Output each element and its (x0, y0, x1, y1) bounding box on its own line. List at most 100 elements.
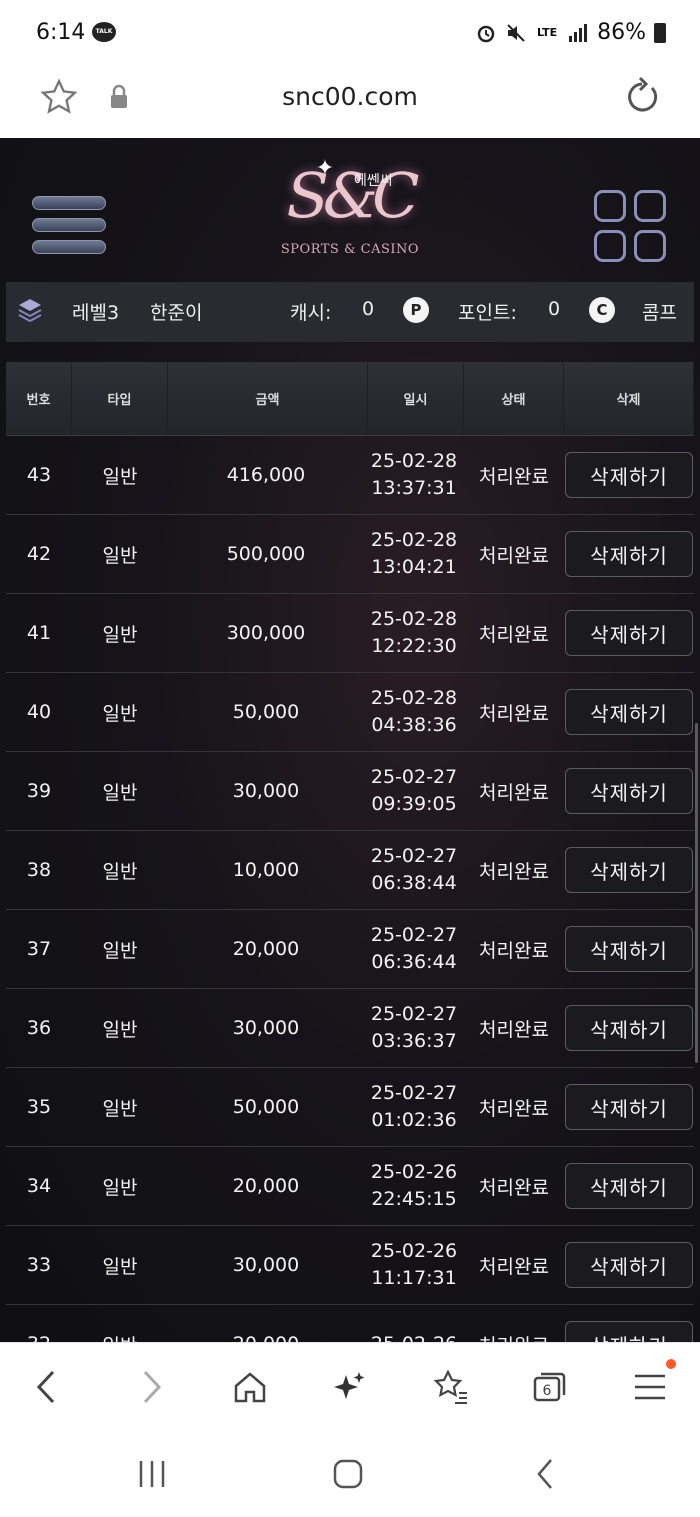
delete-button[interactable]: 삭제하기 (565, 1242, 693, 1288)
header-datetime: 일시 (368, 362, 464, 435)
url-text[interactable]: snc00.com (0, 82, 700, 111)
cell-no: 32 (6, 1305, 72, 1342)
cell-time: 13:04:21 (371, 556, 457, 578)
delete-button[interactable]: 삭제하기 (565, 689, 693, 735)
cell-status: 처리완료 (479, 781, 549, 804)
table-header: 번호 타입 금액 일시 상태 삭제 (6, 362, 694, 436)
bookmarks-icon[interactable] (428, 1365, 472, 1409)
cell-status: 처리완료 (479, 1097, 549, 1120)
cell-type: 일반 (102, 781, 138, 804)
cell-time: 12:22:30 (371, 635, 457, 657)
cell-delete: 삭제하기 (564, 752, 694, 830)
delete-button[interactable]: 삭제하기 (565, 926, 693, 972)
cell-status: 처리완료 (479, 860, 549, 883)
cell-status: 처리완료 (479, 1018, 549, 1041)
cell-amount: 20,000 (232, 1175, 300, 1197)
history-table: 번호 타입 금액 일시 상태 삭제 43 일반 416,000 25-02-28 13:… (6, 362, 694, 1342)
cell-status: 처리완료 (479, 939, 549, 962)
delete-button[interactable]: 삭제하기 (565, 1163, 693, 1209)
cell-amount: 30,000 (232, 1017, 300, 1039)
cell-date: 25-02-26 (370, 1161, 458, 1183)
cell-amount: 30,000 (232, 1254, 300, 1276)
cell-type: 일반 (72, 1305, 168, 1343)
cell-time: 22:45:15 (371, 1188, 457, 1210)
cell-no: 42 (26, 543, 52, 565)
cell-type: 일반 (102, 544, 138, 567)
delete-button[interactable]: 삭제하기 (565, 1005, 693, 1051)
cell-delete: 삭제하기 (564, 594, 694, 672)
cell-date: 25-02-27 (370, 845, 458, 867)
cell-date: 25-02-28 (370, 450, 458, 472)
comp-badge-icon[interactable]: C (589, 297, 615, 323)
recent-apps-icon[interactable] (132, 1454, 172, 1494)
home-icon[interactable] (228, 1365, 272, 1409)
cell-datetime: 25-02-28 13:04:21 (364, 515, 464, 593)
cell-no: 43 (26, 464, 52, 486)
delete-button[interactable]: 삭제하기 (565, 847, 693, 893)
cell-no: 40 (26, 701, 52, 723)
delete-button[interactable]: 삭제하기 (565, 610, 693, 656)
cell-amount: 300,000 (226, 622, 306, 644)
sparkle-icon[interactable] (328, 1365, 372, 1409)
cell-date: 25-02-27 (370, 766, 458, 788)
cell-type: 일반 (102, 1018, 138, 1041)
table-row: 33 일반 30,000 25-02-26 11:17:31 처리완료 삭제하기 (6, 1226, 694, 1305)
delete-button[interactable]: 삭제하기 (565, 452, 693, 498)
alarm-icon (477, 25, 495, 42)
cell-amount: 10,000 (232, 859, 300, 881)
page-content: S&C 에쎈씨 ✦ SPORTS & CASINO 레벨3 한준이 캐시: 0 … (0, 138, 700, 1342)
cell-datetime: 25-02-28 13:37:31 (364, 436, 464, 514)
cell-status: 처리완료 (479, 465, 549, 488)
grid-menu-icon[interactable] (594, 190, 668, 264)
cell-status: 처리완료 (479, 1176, 549, 1199)
home-button-icon[interactable] (328, 1454, 368, 1494)
table-row: 32일반20,000 25-02-26 처리완료삭제하기 (6, 1305, 694, 1342)
cell-time: 13:37:31 (371, 477, 457, 499)
delete-button[interactable]: 삭제하기 (565, 1084, 693, 1130)
cell-delete: 삭제하기 (564, 989, 694, 1067)
system-navigation-bar (0, 1430, 700, 1517)
back-icon[interactable] (26, 1365, 70, 1409)
cell-type: 일반 (102, 702, 138, 725)
page-scrollbar[interactable] (695, 723, 698, 1063)
cell-type: 일반 (102, 939, 138, 962)
browser-bottom-bar: 6 (0, 1342, 700, 1430)
system-back-icon[interactable] (526, 1454, 566, 1494)
cell-datetime: 25-02-28 12:22:30 (364, 594, 464, 672)
table-row: 37 일반 20,000 25-02-27 06:36:44 처리완료 삭제하기 (6, 910, 694, 989)
logo-mark: S&C (286, 159, 419, 232)
cell-status: 처리완료 (479, 1255, 549, 1278)
cell-datetime: 25-02-27 06:38:44 (364, 831, 464, 909)
notification-dot (666, 1359, 676, 1369)
hamburger-icon[interactable] (32, 196, 106, 262)
comp-label[interactable]: 콤프 (642, 298, 677, 325)
cell-type: 일반 (102, 465, 138, 488)
site-logo[interactable]: S&C 에쎈씨 ✦ SPORTS & CASINO (270, 146, 430, 276)
cell-delete: 삭제하기 (564, 831, 694, 909)
cell-time: 04:38:36 (371, 714, 457, 736)
cell-date: 25-02-28 (370, 608, 458, 630)
logo-subtitle: SPORTS & CASINO (280, 242, 420, 257)
cell-status: 처리완료 (479, 702, 549, 725)
delete-button[interactable]: 삭제하기 (565, 531, 693, 577)
delete-button[interactable]: 삭제하기 (565, 768, 693, 814)
delete-button[interactable]: 삭제하기 (565, 1321, 693, 1342)
cell-datetime: 25-02-27 06:36:44 (364, 910, 464, 988)
kakaotalk-icon: TALK (92, 22, 116, 42)
points-badge-icon[interactable]: P (403, 297, 429, 323)
tabs-icon[interactable]: 6 (528, 1365, 572, 1409)
mute-icon (507, 23, 525, 42)
menu-icon[interactable] (628, 1365, 672, 1409)
cell-type: 일반 (102, 1097, 138, 1120)
header-type: 타입 (72, 362, 168, 435)
header-amount: 금액 (168, 362, 368, 435)
cell-datetime: 25-02-27 03:36:37 (364, 989, 464, 1067)
cell-status: 처리완료 (479, 544, 549, 567)
battery-percent: 86% (597, 20, 646, 45)
reload-icon[interactable] (622, 76, 662, 116)
cell-no: 34 (26, 1175, 52, 1197)
table-row: 34 일반 20,000 25-02-26 22:45:15 처리완료 삭제하기 (6, 1147, 694, 1226)
user-level: 레벨3 (72, 302, 120, 324)
forward-icon[interactable] (128, 1365, 172, 1409)
cell-amount: 20,000 (168, 1305, 364, 1342)
